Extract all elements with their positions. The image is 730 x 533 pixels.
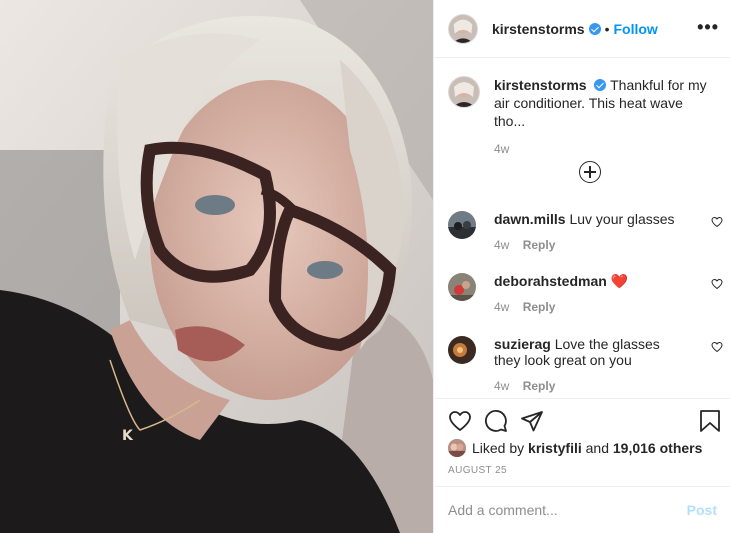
- comment-age[interactable]: 4w: [494, 300, 509, 314]
- post-actions: Liked by kristyfili and 19,016 others AU…: [434, 398, 730, 486]
- separator-dot: •: [604, 20, 610, 37]
- caption: kirstenstorms Thankful for my air condit…: [448, 76, 718, 158]
- load-more-comments-icon[interactable]: [579, 161, 601, 183]
- comment-username[interactable]: suzierag: [494, 336, 551, 352]
- verified-badge-icon: [594, 79, 607, 91]
- commenter-avatar[interactable]: [448, 211, 476, 239]
- caption-username[interactable]: kirstenstorms: [494, 77, 587, 93]
- likes-prefix: Liked by: [472, 440, 525, 456]
- add-comment-input[interactable]: [448, 502, 687, 518]
- comment-username[interactable]: deborahstedman: [494, 273, 607, 289]
- caption-avatar[interactable]: [448, 76, 480, 108]
- comment-icon[interactable]: [484, 409, 508, 433]
- comment-item: dawn.mills Luv your glasses 4w Reply: [448, 211, 723, 253]
- caption-age[interactable]: 4w: [494, 142, 509, 156]
- selfie-image: K: [0, 0, 433, 533]
- post-date[interactable]: AUGUST 25: [448, 465, 507, 476]
- comment-text: ❤️: [610, 273, 629, 289]
- post-photo[interactable]: K: [0, 0, 433, 533]
- post-panel: kirstenstorms • Follow ••• kirstenstorms…: [433, 0, 730, 533]
- likes-middle: and: [585, 440, 609, 456]
- reply-button[interactable]: Reply: [523, 379, 556, 393]
- follow-button[interactable]: Follow: [614, 21, 658, 37]
- likes-summary: Liked by kristyfili and 19,016 others: [448, 439, 702, 457]
- comment-age[interactable]: 4w: [494, 379, 509, 393]
- comment-text: Luv your glasses: [569, 211, 675, 227]
- commenter-avatar[interactable]: [448, 336, 476, 364]
- svg-text:K: K: [122, 428, 134, 444]
- bookmark-icon[interactable]: [699, 409, 721, 433]
- post-comment-button[interactable]: Post: [687, 502, 717, 518]
- liker-avatar[interactable]: [448, 439, 466, 457]
- comment-age[interactable]: 4w: [494, 238, 509, 252]
- post-header: kirstenstorms • Follow •••: [434, 0, 730, 58]
- heart-icon[interactable]: [448, 409, 472, 433]
- comment-heart-icon[interactable]: [711, 216, 723, 228]
- share-icon[interactable]: [520, 409, 544, 433]
- comment-username[interactable]: dawn.mills: [494, 211, 566, 227]
- more-options-icon[interactable]: •••: [697, 18, 719, 36]
- comment-item: suzierag Love the glasses they look grea…: [448, 336, 723, 394]
- comment-heart-icon[interactable]: [711, 341, 723, 353]
- commenter-avatar[interactable]: [448, 273, 476, 301]
- author-avatar[interactable]: [448, 13, 478, 44]
- comment-heart-icon[interactable]: [711, 278, 723, 290]
- liker-username[interactable]: kristyfili: [528, 440, 582, 456]
- author-username[interactable]: kirstenstorms: [492, 21, 585, 37]
- add-comment-bar: Post: [434, 486, 730, 533]
- likes-count[interactable]: 19,016 others: [613, 440, 703, 456]
- verified-badge-icon: [588, 22, 601, 35]
- comment-item: deborahstedman ❤️ 4w Reply: [448, 273, 723, 315]
- reply-button[interactable]: Reply: [523, 300, 556, 314]
- reply-button[interactable]: Reply: [523, 238, 556, 252]
